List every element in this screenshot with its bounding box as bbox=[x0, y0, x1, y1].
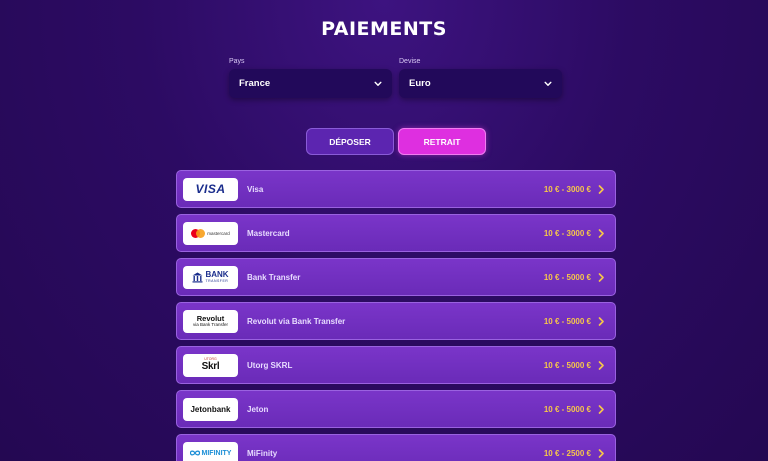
method-name: Jeton bbox=[247, 404, 269, 414]
chevron-right-icon bbox=[598, 449, 604, 458]
mifinity-infinity-icon bbox=[189, 450, 200, 456]
chevron-right-icon bbox=[598, 229, 604, 238]
country-value: France bbox=[239, 78, 271, 89]
tab-withdraw[interactable]: RETRAIT bbox=[398, 128, 486, 155]
country-label: Pays bbox=[229, 58, 245, 65]
bank-logo-text: BANK bbox=[205, 270, 229, 279]
chevron-right-icon bbox=[598, 273, 604, 282]
payment-method-row-jeton[interactable]: Jetonbank Jeton 10 € - 5000 € bbox=[176, 390, 616, 428]
chevron-down-icon bbox=[374, 81, 382, 86]
payment-method-row-mastercard[interactable]: mastercard Mastercard 10 € - 3000 € bbox=[176, 214, 616, 252]
payment-method-row-visa[interactable]: VISA Visa 10 € - 3000 € bbox=[176, 170, 616, 208]
chevron-right-icon bbox=[598, 361, 604, 370]
skrl-logo: UTORG Skrl bbox=[183, 353, 238, 377]
revolut-logo-subtext: via Bank Transfer bbox=[192, 321, 228, 327]
method-name: Mastercard bbox=[247, 228, 290, 238]
skrl-logo-text: Skrl bbox=[201, 360, 220, 372]
jetonbank-logo-text: Jetonbank bbox=[190, 404, 231, 414]
method-range: 10 € - 2500 € bbox=[543, 448, 591, 458]
method-range: 10 € - 5000 € bbox=[543, 360, 591, 370]
payments-page: PAIEMENTS Pays France Devise Euro DÉPOSE… bbox=[0, 0, 768, 461]
method-range: 10 € - 3000 € bbox=[543, 228, 591, 238]
country-select[interactable]: France bbox=[229, 69, 392, 98]
method-range: 10 € - 5000 € bbox=[543, 272, 591, 282]
method-name: Bank Transfer bbox=[247, 272, 301, 282]
bank-building-icon bbox=[192, 272, 203, 282]
jetonbank-logo: Jetonbank bbox=[183, 397, 238, 421]
mastercard-circles-icon bbox=[191, 228, 206, 238]
currency-value: Euro bbox=[409, 78, 431, 89]
method-range: 10 € - 5000 € bbox=[543, 316, 591, 326]
visa-logo: VISA bbox=[183, 177, 238, 201]
page-title: PAIEMENTS bbox=[321, 18, 447, 40]
payment-method-row-skrl[interactable]: UTORG Skrl Utorg SKRL 10 € - 5000 € bbox=[176, 346, 616, 384]
tab-deposit[interactable]: DÉPOSER bbox=[306, 128, 394, 155]
mifinity-logo-text: MIFINITY bbox=[201, 449, 232, 457]
method-name: Visa bbox=[247, 184, 264, 194]
payment-method-row-revolut[interactable]: Revolut via Bank Transfer Revolut via Ba… bbox=[176, 302, 616, 340]
method-range: 10 € - 5000 € bbox=[543, 404, 591, 414]
revolut-logo: Revolut via Bank Transfer bbox=[183, 309, 238, 333]
mastercard-logo: mastercard bbox=[183, 221, 238, 245]
method-name: Revolut via Bank Transfer bbox=[247, 316, 346, 326]
method-range: 10 € - 3000 € bbox=[543, 184, 591, 194]
mastercard-logo-text: mastercard bbox=[207, 230, 230, 236]
chevron-right-icon bbox=[598, 185, 604, 194]
chevron-down-icon bbox=[544, 81, 552, 86]
visa-logo-text: VISA bbox=[195, 182, 226, 196]
method-name: Utorg SKRL bbox=[247, 360, 293, 370]
mifinity-logo: MIFINITY bbox=[183, 441, 238, 461]
method-name: MiFinity bbox=[247, 448, 278, 458]
bank-logo-subtext: TRANSFER bbox=[205, 279, 229, 283]
chevron-right-icon bbox=[598, 405, 604, 414]
currency-label: Devise bbox=[399, 58, 421, 65]
payment-methods-list: VISA Visa 10 € - 3000 € mastercard Maste… bbox=[176, 170, 616, 461]
payment-method-row-bank-transfer[interactable]: BANK TRANSFER Bank Transfer 10 € - 5000 … bbox=[176, 258, 616, 296]
currency-select[interactable]: Euro bbox=[399, 69, 562, 98]
payment-method-row-mifinity[interactable]: MIFINITY MiFinity 10 € - 2500 € bbox=[176, 434, 616, 461]
bank-transfer-logo: BANK TRANSFER bbox=[183, 265, 238, 289]
chevron-right-icon bbox=[598, 317, 604, 326]
